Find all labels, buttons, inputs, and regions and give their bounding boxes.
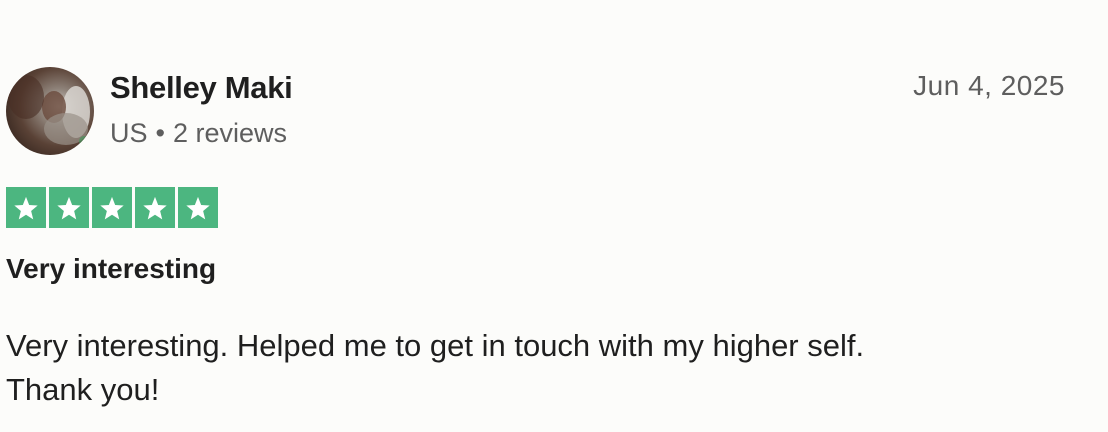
review-body-line: Thank you! bbox=[6, 372, 160, 407]
star-rating bbox=[6, 187, 218, 228]
reviewer-name[interactable]: Shelley Maki bbox=[110, 70, 293, 106]
star-icon bbox=[49, 187, 89, 228]
review-card: Shelley Maki US • 2 reviews Jun 4, 2025 Ve… bbox=[0, 0, 1108, 432]
reviewer-reviews-count[interactable]: 2 reviews bbox=[173, 118, 287, 148]
review-title[interactable]: Very interesting bbox=[6, 253, 216, 285]
star-icon bbox=[135, 187, 175, 228]
reviewer-meta: US • 2 reviews bbox=[110, 118, 287, 149]
avatar-photo bbox=[8, 75, 90, 146]
review-body: Very interesting. Helped me to get in to… bbox=[6, 324, 1086, 412]
star-icon bbox=[92, 187, 132, 228]
meta-separator: • bbox=[155, 118, 165, 148]
review-date: Jun 4, 2025 bbox=[913, 70, 1065, 101]
star-icon bbox=[178, 187, 218, 228]
avatar[interactable] bbox=[6, 67, 94, 155]
reviewer-country: US bbox=[110, 118, 148, 148]
star-icon bbox=[6, 187, 46, 228]
review-body-line: Very interesting. Helped me to get in to… bbox=[6, 328, 865, 363]
